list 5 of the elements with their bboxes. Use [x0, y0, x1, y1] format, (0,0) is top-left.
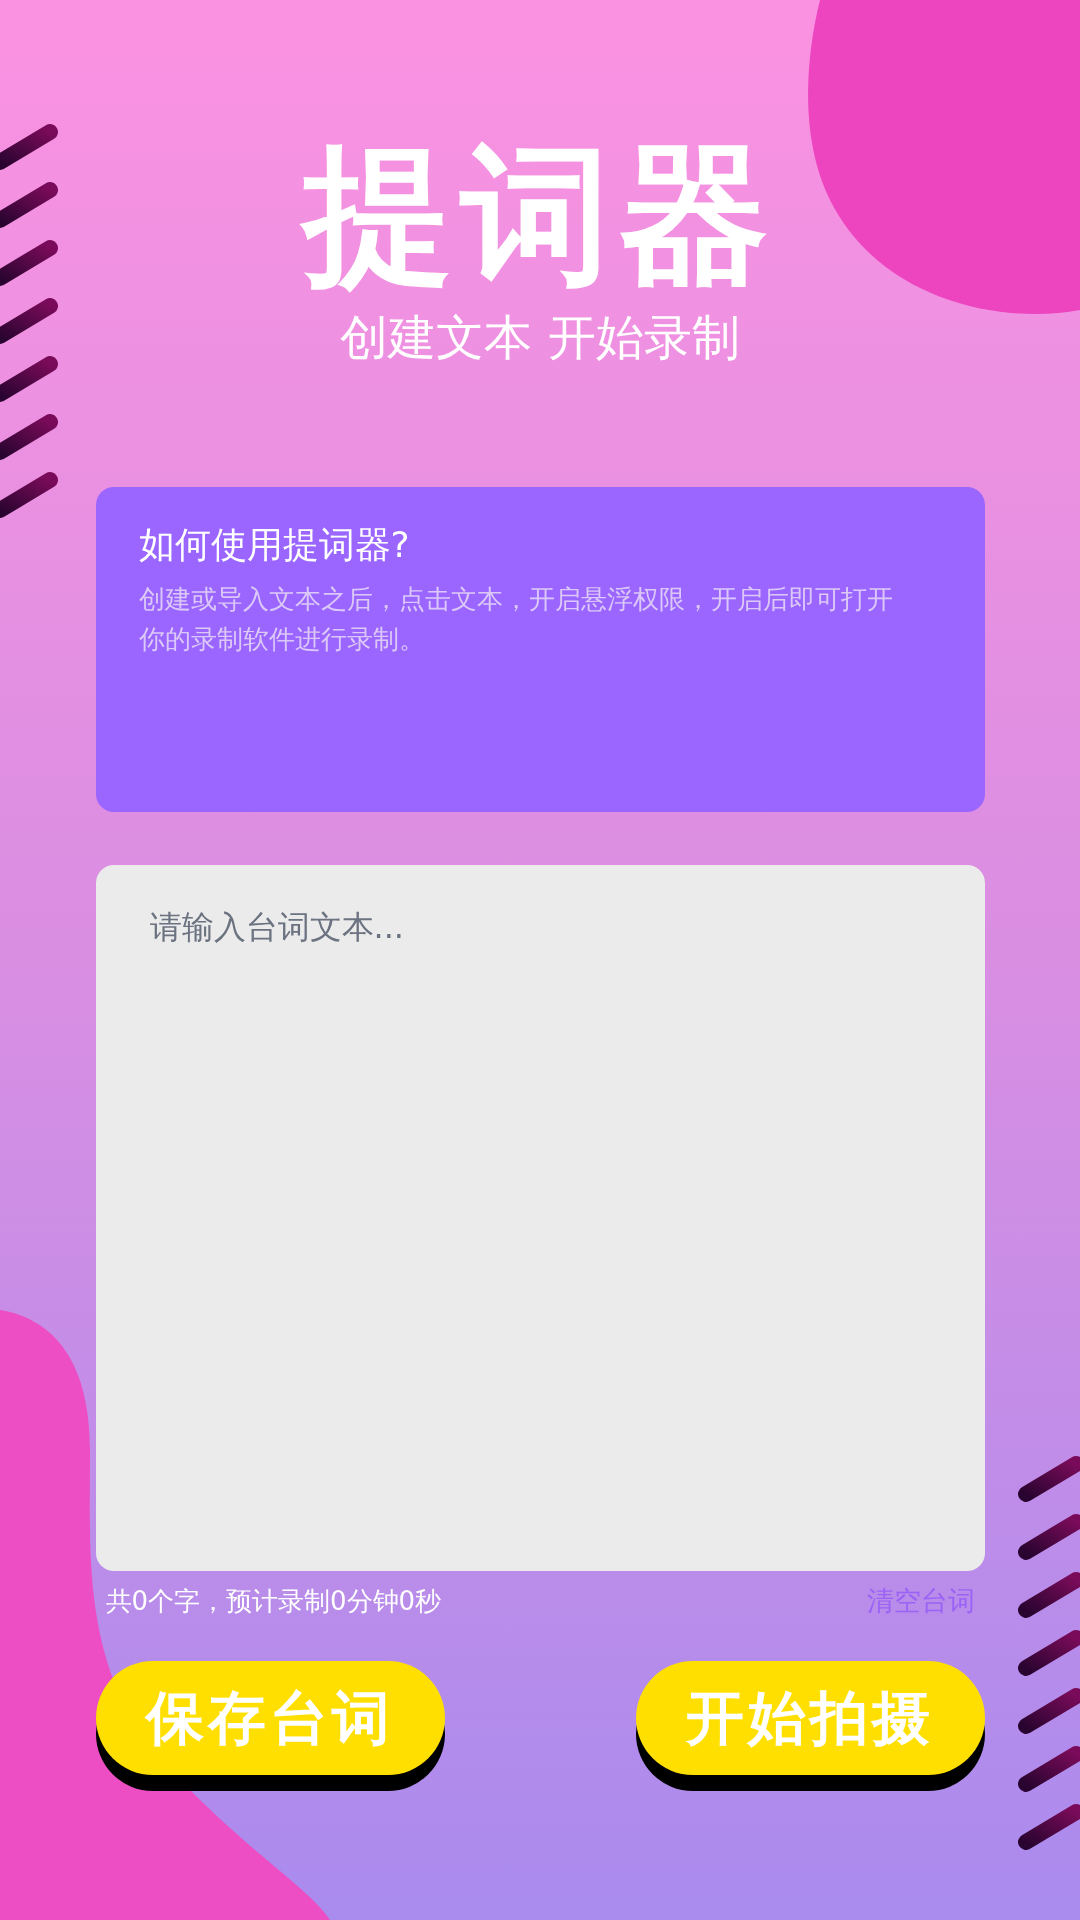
word-count-text: 共0个字，预计录制0分钟0秒 [105, 1585, 442, 1618]
script-input-field[interactable]: 请输入台词文本... [95, 865, 985, 1571]
app-subtitle: 创建文本 开始录制 [340, 308, 740, 367]
help-title: 如何使用提词器? [138, 523, 411, 567]
help-text: 创建或导入文本之后，点击文本，开启悬浮权限，开启后即可打开你的录制软件进行录制。 [138, 583, 894, 656]
